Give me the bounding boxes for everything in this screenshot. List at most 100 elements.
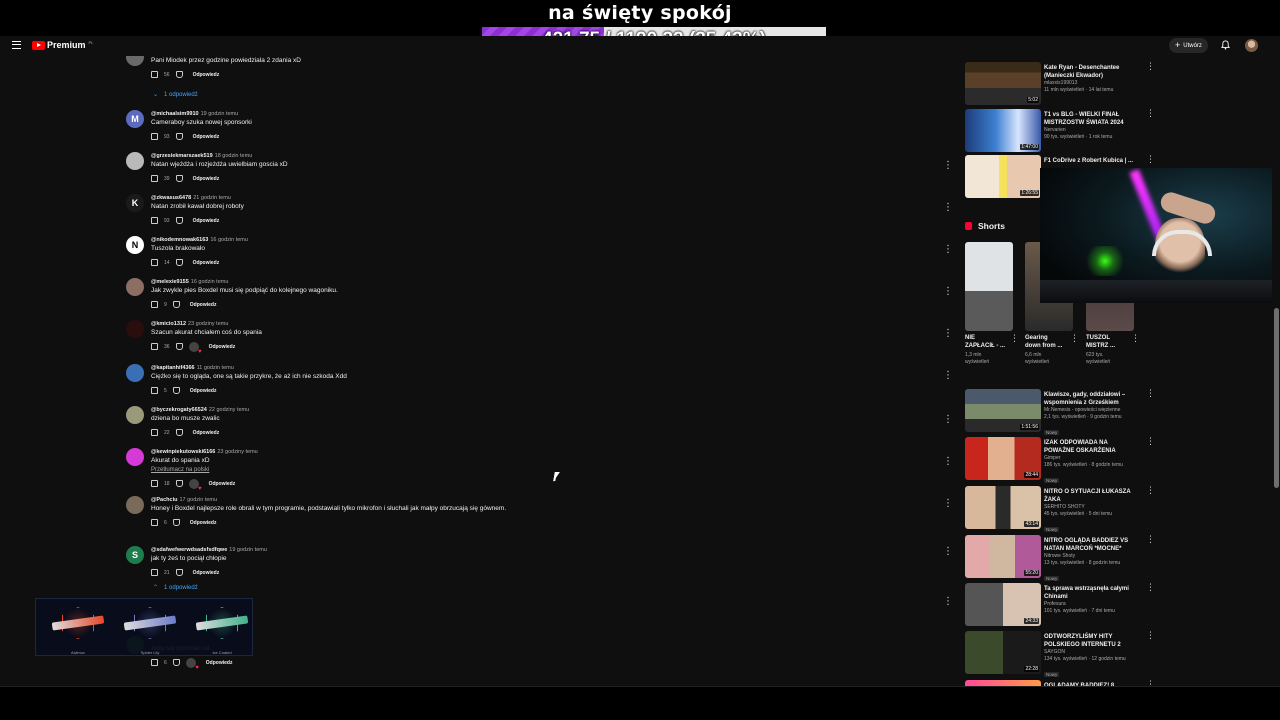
dislike-icon[interactable] xyxy=(172,519,180,526)
recommended-video[interactable]: 55:20 NITRO OGLĄDA BADDIEZ VS NATAN MARC… xyxy=(965,535,1155,581)
reply-button[interactable]: Odpowiedz xyxy=(193,260,220,266)
like-icon[interactable] xyxy=(151,387,158,394)
like-icon[interactable] xyxy=(151,343,158,350)
comment-avatar[interactable] xyxy=(126,56,144,66)
video-thumbnail[interactable]: 5:02 xyxy=(965,62,1041,105)
short-title[interactable]: TUSZOL MISTRZ ... xyxy=(1086,334,1134,350)
comment-time[interactable]: 19 godzin temu xyxy=(201,111,239,117)
like-icon[interactable] xyxy=(151,569,158,576)
comment-avatar[interactable]: S xyxy=(126,546,144,564)
video-title[interactable]: T1 vs BLG - WIELKI FINAŁ MISTRZOSTW ŚWIA… xyxy=(1044,111,1139,127)
dislike-icon[interactable] xyxy=(175,217,183,224)
translate-link[interactable]: Przetłumacz na polski xyxy=(151,466,258,475)
like-icon[interactable] xyxy=(151,659,158,666)
video-thumbnail[interactable]: 55:20 xyxy=(965,535,1041,578)
video-channel[interactable]: Mr.Nemesis - opowieści więzienne xyxy=(1044,407,1139,414)
video-channel[interactable]: Nervarien xyxy=(1044,127,1139,134)
comment-time[interactable]: 22 godziny temu xyxy=(209,407,249,413)
comment-author[interactable]: @byczekrogaty66524 xyxy=(151,407,207,413)
comment-more-icon[interactable]: ⋮ xyxy=(943,457,953,467)
comment-author[interactable]: @melexie9155 xyxy=(151,279,189,285)
video-more-icon[interactable]: ⋮ xyxy=(1146,486,1155,495)
reply-button[interactable]: Odpowiedz xyxy=(193,72,220,78)
video-channel[interactable]: Gimper xyxy=(1044,455,1139,462)
comment-author[interactable]: @kapitanhif4366 xyxy=(151,365,195,371)
replies-toggle[interactable]: ⌄ 1 odpowiedź xyxy=(153,91,198,99)
dislike-icon[interactable] xyxy=(172,301,180,308)
video-more-icon[interactable]: ⋮ xyxy=(1146,631,1155,640)
like-icon[interactable] xyxy=(151,301,158,308)
dislike-icon[interactable] xyxy=(175,343,183,350)
comment-more-icon[interactable]: ⋮ xyxy=(943,203,953,213)
create-button[interactable]: + Utwórz xyxy=(1169,38,1208,53)
reply-button[interactable]: Odpowiedz xyxy=(209,344,236,350)
video-channel[interactable]: SERHITO SHOTY xyxy=(1044,504,1139,511)
like-icon[interactable] xyxy=(151,480,158,487)
reply-button[interactable]: Odpowiedz xyxy=(190,388,217,394)
video-title[interactable]: Klawisze, gady, oddziałowi – wspomnienia… xyxy=(1044,391,1139,407)
like-icon[interactable] xyxy=(151,71,158,78)
video-title[interactable]: NITRO O SYTUACJI ŁUKASZA ŻAKA xyxy=(1044,488,1139,504)
like-icon[interactable] xyxy=(151,259,158,266)
comment-avatar[interactable] xyxy=(126,496,144,514)
reply-button[interactable]: Odpowiedz xyxy=(193,176,220,182)
comment-more-icon[interactable]: ⋮ xyxy=(943,597,953,607)
comment-more-icon[interactable]: ⋮ xyxy=(943,161,953,171)
video-channel[interactable]: SAYGON xyxy=(1044,649,1139,656)
reply-button[interactable]: Odpowiedz xyxy=(193,430,220,436)
short-more-icon[interactable]: ⋮ xyxy=(1070,334,1079,343)
dislike-icon[interactable] xyxy=(172,659,180,666)
comment-more-icon[interactable]: ⋮ xyxy=(943,245,953,255)
comment-time[interactable]: 23 godziny temu xyxy=(188,321,228,327)
dislike-icon[interactable] xyxy=(175,71,183,78)
like-icon[interactable] xyxy=(151,519,158,526)
comment-time[interactable]: 21 godzin temu xyxy=(193,195,231,201)
scrollbar-thumb[interactable] xyxy=(1274,308,1279,488)
video-thumbnail[interactable]: 28:44 xyxy=(965,437,1041,480)
comment-avatar[interactable] xyxy=(126,406,144,424)
video-more-icon[interactable]: ⋮ xyxy=(1146,62,1155,71)
comment-more-icon[interactable]: ⋮ xyxy=(943,287,953,297)
short-more-icon[interactable]: ⋮ xyxy=(1010,334,1019,343)
comment-time[interactable]: 16 godzin temu xyxy=(210,237,248,243)
recommended-video[interactable]: 24:33 Ta sprawa wstrząsnęła całymi China… xyxy=(965,583,1155,627)
video-more-icon[interactable]: ⋮ xyxy=(1146,155,1155,164)
dislike-icon[interactable] xyxy=(175,429,183,436)
video-channel[interactable]: Nitrowe Shoty xyxy=(1044,553,1139,560)
reply-button[interactable]: Odpowiedz xyxy=(193,218,220,224)
short-title[interactable]: NIE ZAPŁACIŁ - ... xyxy=(965,334,1013,350)
video-thumbnail[interactable]: 1:51:56 xyxy=(965,389,1041,432)
notifications-bell-icon[interactable] xyxy=(1221,40,1230,50)
recommended-video[interactable]: 5:02 Kate Ryan - Desenchantee (Manieczki… xyxy=(965,62,1155,106)
video-more-icon[interactable]: ⋮ xyxy=(1146,109,1155,118)
reply-button[interactable]: Odpowiedz xyxy=(193,134,220,140)
video-thumbnail[interactable]: 1:26:55 xyxy=(965,155,1041,198)
comment-time[interactable]: 11 godzin temu xyxy=(197,365,234,371)
recommended-video[interactable]: 1:51:56 Klawisze, gady, oddziałowi – wsp… xyxy=(965,389,1155,435)
comment-avatar[interactable] xyxy=(126,320,144,338)
video-more-icon[interactable]: ⋮ xyxy=(1146,583,1155,592)
short-thumbnail[interactable] xyxy=(965,242,1013,331)
like-icon[interactable] xyxy=(151,133,158,140)
comment-time[interactable]: 17 godzin temu xyxy=(179,497,217,503)
video-title[interactable]: ODTWORZYLIŚMY HITY POLSKIEGO INTERNETU 2 xyxy=(1044,633,1139,649)
comment-avatar[interactable] xyxy=(126,152,144,170)
reply-button[interactable]: Odpowiedz xyxy=(206,660,233,666)
dislike-icon[interactable] xyxy=(172,387,180,394)
comment-author[interactable]: @kewinpiekutowski6166 xyxy=(151,449,215,455)
reply-button[interactable]: Odpowiedz xyxy=(209,481,236,487)
page-scrollbar[interactable] xyxy=(1272,36,1280,686)
video-channel[interactable]: mlaxxis199013 xyxy=(1044,80,1139,87)
video-more-icon[interactable]: ⋮ xyxy=(1146,437,1155,446)
reply-button[interactable]: Odpowiedz xyxy=(193,570,220,576)
short-title[interactable]: Gearing down from ... xyxy=(1025,334,1073,350)
comment-author[interactable]: @michaalsim9910 xyxy=(151,111,199,117)
video-title[interactable]: F1 CoDrive z Robert Kubica | ... xyxy=(1044,157,1139,165)
video-title[interactable]: Ta sprawa wstrząsnęła całymi Chinami xyxy=(1044,585,1139,601)
video-more-icon[interactable]: ⋮ xyxy=(1146,535,1155,544)
video-thumbnail[interactable]: 43:14 xyxy=(965,486,1041,529)
video-thumbnail[interactable]: 1:47:00 xyxy=(965,109,1041,152)
youtube-premium-logo[interactable]: Premium PL xyxy=(32,40,93,50)
recommended-video[interactable]: 43:14 NITRO O SYTUACJI ŁUKASZA ŻAKA SERH… xyxy=(965,486,1155,532)
video-thumbnail[interactable]: 24:33 xyxy=(965,583,1041,626)
